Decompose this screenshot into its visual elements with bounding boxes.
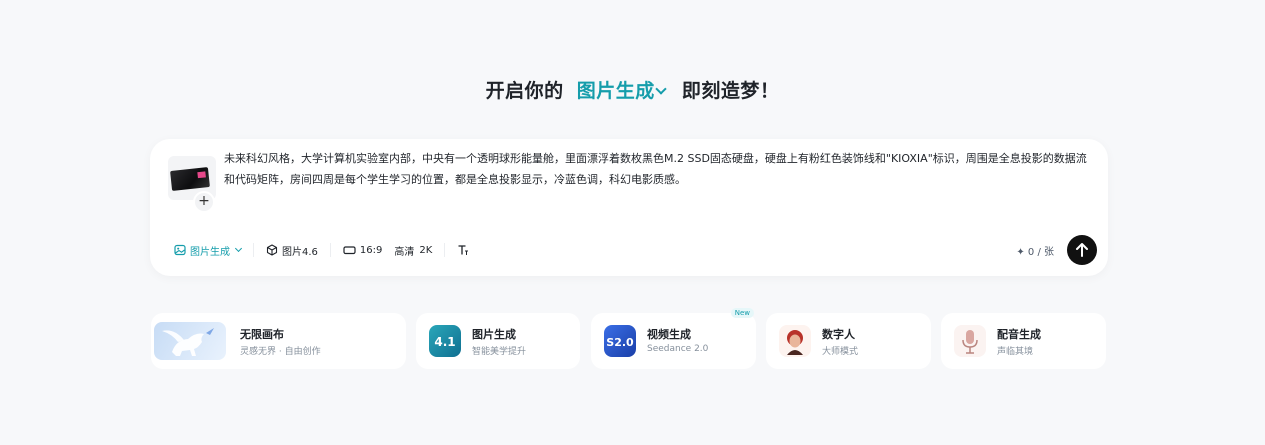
- text-format-icon: [458, 245, 469, 255]
- cube-icon: [266, 244, 278, 256]
- mode-selector[interactable]: 图片生成: [164, 237, 251, 263]
- title-prefix: 开启你的: [485, 80, 564, 102]
- divider: [329, 243, 331, 257]
- add-reference-button[interactable]: +: [193, 191, 215, 213]
- ssd-image: [170, 167, 210, 191]
- svg-text:S2.0: S2.0: [606, 336, 634, 349]
- card-subtitle: 灵感无界 · 自由创作: [240, 347, 321, 357]
- avatar-icon: [779, 325, 811, 357]
- sparkle-icon: ✦: [1016, 247, 1025, 258]
- divider: [253, 243, 254, 257]
- new-badge: New: [730, 308, 754, 318]
- quality-label: 高清: [394, 246, 415, 258]
- model-selector[interactable]: 图片4.6: [256, 237, 328, 263]
- mode-dropdown-label: 图片生成: [576, 80, 655, 102]
- composer-toolbar: 图片生成 图片4.6 16:9 高清 2K: [164, 236, 483, 264]
- divider: [444, 243, 446, 257]
- card-title: 数字人: [822, 328, 855, 341]
- card-title: 配音生成: [997, 328, 1041, 341]
- generation-quota: ✦ 0 / 张: [1016, 243, 1054, 258]
- card-infinite-canvas[interactable]: 无限画布 灵感无界 · 自由创作: [151, 313, 406, 369]
- aspect-ratio-icon: [343, 246, 356, 255]
- model-selector-label: 图片4.6: [282, 246, 318, 258]
- card-image-generation[interactable]: 4.1 图片生成 智能美学提升: [416, 313, 580, 369]
- card-title: 无限画布: [240, 328, 284, 341]
- prompt-input[interactable]: 未来科幻风格，大学计算机实验室内部，中央有一个透明球形能量舱，里面漂浮着数枚黑色…: [224, 148, 1090, 190]
- page-title: 开启你的 图片生成 即刻造梦！: [0, 76, 1265, 103]
- image-icon: [174, 244, 186, 256]
- card-voice-generation[interactable]: 配音生成 声临其境: [941, 313, 1106, 369]
- text-style-button[interactable]: [447, 237, 483, 263]
- pegasus-icon: [154, 322, 226, 360]
- card-video-generation[interactable]: S2.0 视频生成 Seedance 2.0 New: [591, 308, 756, 369]
- ratio-label: 16:9: [359, 244, 383, 256]
- card-subtitle: 智能美学提升: [472, 347, 527, 357]
- mode-dropdown[interactable]: 图片生成: [577, 80, 673, 102]
- chevron-down-icon: [655, 83, 667, 95]
- seedance-icon: S2.0: [604, 325, 636, 357]
- image-4-1-icon: 4.1: [429, 325, 461, 357]
- chevron-down-icon: [234, 244, 243, 252]
- ratio-quality-selector[interactable]: 16:9 高清 2K: [333, 237, 442, 263]
- card-title: 视频生成: [647, 328, 691, 341]
- title-suffix: 即刻造梦！: [681, 80, 780, 102]
- card-subtitle: Seedance 2.0: [647, 344, 709, 354]
- resolution-label: 2K: [419, 244, 433, 256]
- microphone-icon: [954, 325, 986, 357]
- card-subtitle: 声临其境: [997, 347, 1034, 357]
- prompt-composer: + 未来科幻风格，大学计算机实验室内部，中央有一个透明球形能量舱，里面漂浮着数枚…: [150, 139, 1108, 276]
- arrow-up-icon: [1076, 243, 1088, 257]
- card-title: 图片生成: [472, 328, 516, 341]
- svg-text:4.1: 4.1: [434, 335, 455, 349]
- card-digital-human[interactable]: 数字人 大师模式: [766, 313, 931, 369]
- mode-selector-label: 图片生成: [190, 246, 230, 258]
- card-subtitle: 大师模式: [822, 347, 859, 357]
- plus-icon: +: [198, 193, 210, 209]
- send-button[interactable]: [1067, 235, 1097, 265]
- quota-label: 0 / 张: [1027, 247, 1054, 258]
